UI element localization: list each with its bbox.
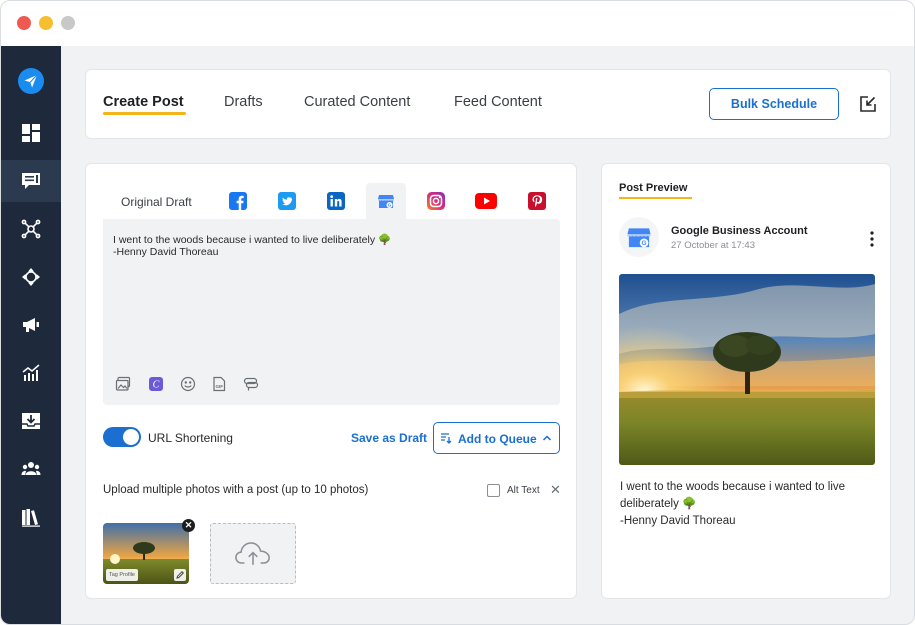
megaphone-icon xyxy=(23,318,39,332)
post-text-content[interactable]: I went to the woods because i wanted to … xyxy=(113,234,391,258)
preview-post-text: I went to the woods because i wanted to … xyxy=(620,479,876,530)
google-business-icon: G xyxy=(627,228,651,248)
youtube-icon xyxy=(475,193,497,209)
composer-icon xyxy=(22,173,40,189)
post-text-line-2: -Henny David Thoreau xyxy=(113,246,219,258)
svg-text:G: G xyxy=(642,240,647,247)
add-to-queue-button[interactable]: Add to Queue xyxy=(433,422,560,454)
instagram-icon xyxy=(427,192,445,210)
remove-photo-button[interactable]: ✕ xyxy=(182,519,195,532)
tab-drafts[interactable]: Drafts xyxy=(224,94,263,110)
network-icon xyxy=(21,219,41,239)
url-shortening-label: URL Shortening xyxy=(148,431,233,445)
network-tab-instagram[interactable] xyxy=(416,183,456,219)
pencil-icon xyxy=(176,570,185,579)
avatar: G xyxy=(619,217,659,257)
account-name: Google Business Account xyxy=(671,225,808,237)
preview-text-line-2: -Henny David Thoreau xyxy=(620,515,736,527)
facebook-icon xyxy=(229,192,247,210)
canva-icon[interactable]: C xyxy=(148,376,164,392)
alt-text-checkbox[interactable] xyxy=(487,484,500,497)
sidebar-item-team[interactable] xyxy=(1,448,61,490)
google-business-icon: G xyxy=(378,195,394,208)
minimize-window-button[interactable] xyxy=(39,16,53,30)
preview-text-line-1: I went to the woods because i wanted to … xyxy=(620,481,846,510)
url-shortening-toggle[interactable] xyxy=(103,427,141,447)
maximize-window-button[interactable] xyxy=(61,16,75,30)
dashboard-icon xyxy=(22,124,40,142)
inbox-download-icon xyxy=(22,413,40,429)
tab-feed-content[interactable]: Feed Content xyxy=(454,94,542,110)
minimize-to-corner-icon[interactable] xyxy=(859,95,877,113)
app-window: Create Post Drafts Curated Content Feed … xyxy=(0,0,915,625)
tag-profile-button[interactable]: Tag Profile xyxy=(106,569,138,581)
twitter-icon xyxy=(278,192,296,210)
active-tab-indicator xyxy=(103,112,186,115)
tab-create-post[interactable]: Create Post xyxy=(103,94,184,110)
title-bar xyxy=(1,1,914,46)
post-preview-card: Post Preview G Google Business Account 2… xyxy=(601,163,891,599)
network-tab-google-business[interactable]: G xyxy=(366,183,406,219)
sidebar-item-logo[interactable] xyxy=(1,60,61,102)
emoji-icon[interactable] xyxy=(180,376,196,392)
toggle-knob xyxy=(123,429,139,445)
cloud-upload-icon xyxy=(235,542,270,565)
add-to-queue-label: Add to Queue xyxy=(458,432,537,446)
team-icon xyxy=(21,462,41,475)
preview-photo xyxy=(619,274,875,465)
more-options-icon[interactable] xyxy=(868,230,876,248)
network-tab-twitter[interactable] xyxy=(267,183,307,219)
tab-curated-content[interactable]: Curated Content xyxy=(304,94,410,110)
sidebar-item-move[interactable] xyxy=(1,256,61,298)
bulk-schedule-button[interactable]: Bulk Schedule xyxy=(709,88,839,120)
analytics-icon xyxy=(22,364,40,381)
gif-icon[interactable]: GIF xyxy=(211,376,227,392)
close-upload-icon[interactable]: ✕ xyxy=(550,482,561,498)
sidebar-item-analytics[interactable] xyxy=(1,352,61,394)
landscape-tree-image xyxy=(619,274,875,465)
network-tab-linkedin[interactable] xyxy=(316,183,356,219)
network-tab-pinterest[interactable] xyxy=(517,183,557,219)
edit-photo-button[interactable] xyxy=(174,569,186,581)
move-arrows-icon xyxy=(22,268,40,286)
header-tabs-card: Create Post Drafts Curated Content Feed … xyxy=(85,69,891,139)
sidebar-item-network[interactable] xyxy=(1,208,61,250)
network-tab-facebook[interactable] xyxy=(218,183,258,219)
hashtag-saved-icon[interactable] xyxy=(243,376,259,392)
sidebar-item-composer[interactable] xyxy=(1,160,61,202)
post-timestamp: 27 October at 17:43 xyxy=(671,240,755,251)
svg-text:GIF: GIF xyxy=(215,384,223,389)
queue-list-icon xyxy=(441,433,452,444)
linkedin-icon xyxy=(327,192,345,210)
sidebar-item-campaigns[interactable] xyxy=(1,304,61,346)
alt-text-label: Alt Text xyxy=(507,485,540,496)
preview-title-underline xyxy=(619,197,692,199)
sidebar-item-dashboard[interactable] xyxy=(1,112,61,154)
sidebar-item-inbox[interactable] xyxy=(1,400,61,442)
tab-original-draft[interactable]: Original Draft xyxy=(121,195,192,209)
upload-photo-dropzone[interactable] xyxy=(210,523,296,584)
sidebar-item-library[interactable] xyxy=(1,496,61,538)
svg-text:C: C xyxy=(153,380,160,391)
media-library-icon[interactable] xyxy=(115,376,131,392)
post-composer-card: Original Draft G I went to the woods bec… xyxy=(85,163,577,599)
close-window-button[interactable] xyxy=(17,16,31,30)
sidebar xyxy=(1,46,61,624)
svg-text:G: G xyxy=(388,203,392,208)
upload-photos-label: Upload multiple photos with a post (up t… xyxy=(103,484,369,496)
post-preview-title: Post Preview xyxy=(619,182,688,194)
pinterest-icon xyxy=(528,192,546,210)
post-text-line-1: I went to the woods because i wanted to … xyxy=(113,234,392,246)
save-as-draft-button[interactable]: Save as Draft xyxy=(351,431,427,445)
post-text-editor[interactable]: I went to the woods because i wanted to … xyxy=(103,219,560,405)
chevron-up-icon xyxy=(542,435,552,441)
paper-plane-logo-icon xyxy=(18,68,44,94)
uploaded-photo-thumbnail[interactable]: Tag Profile xyxy=(103,523,189,584)
library-icon xyxy=(22,509,40,527)
network-tab-youtube[interactable] xyxy=(466,183,506,219)
